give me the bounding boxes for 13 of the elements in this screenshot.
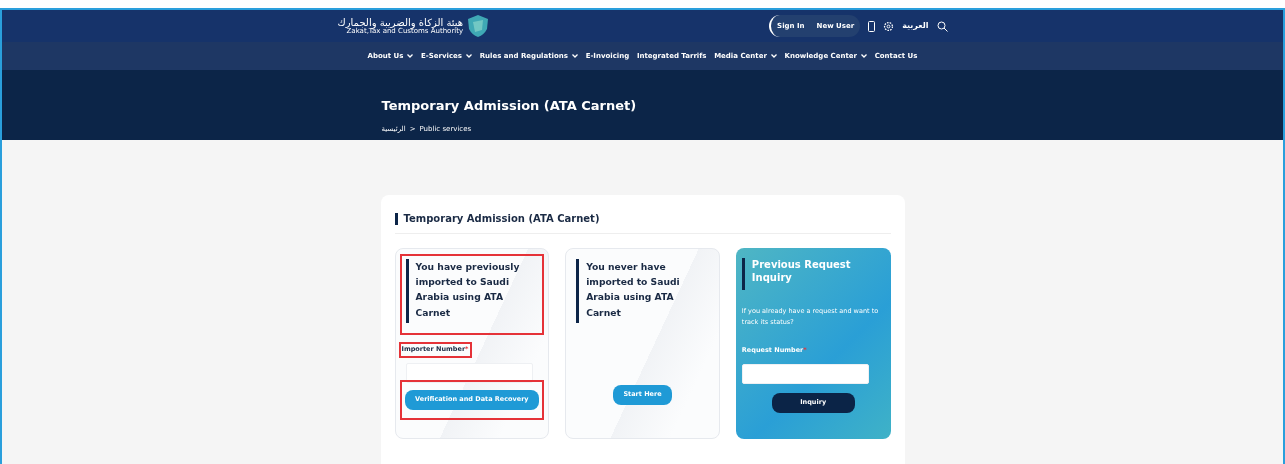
- card-heading: You never have imported to Saudi Arabia using ATA Carnet: [576, 259, 713, 323]
- card-heading: Previous Request Inquiry: [741, 258, 885, 290]
- logo-arabic-text: هيئة الزكاة والضريبة والجمارك: [337, 16, 464, 28]
- section-title: Temporary Admission (ATA Carnet): [394, 213, 891, 225]
- settings-icon[interactable]: [883, 20, 895, 32]
- importer-number-field[interactable]: [405, 363, 533, 383]
- logo-icon: [467, 14, 490, 38]
- search-icon[interactable]: [936, 20, 948, 32]
- mobile-icon[interactable]: [868, 20, 876, 32]
- language-link[interactable]: العربية: [902, 20, 929, 32]
- request-number-field[interactable]: [741, 364, 869, 385]
- page-title: Temporary Admission (ATA Carnet): [381, 97, 638, 115]
- card-heading: You have previously imported to Saudi Arabia using ATA Carnet: [405, 259, 543, 323]
